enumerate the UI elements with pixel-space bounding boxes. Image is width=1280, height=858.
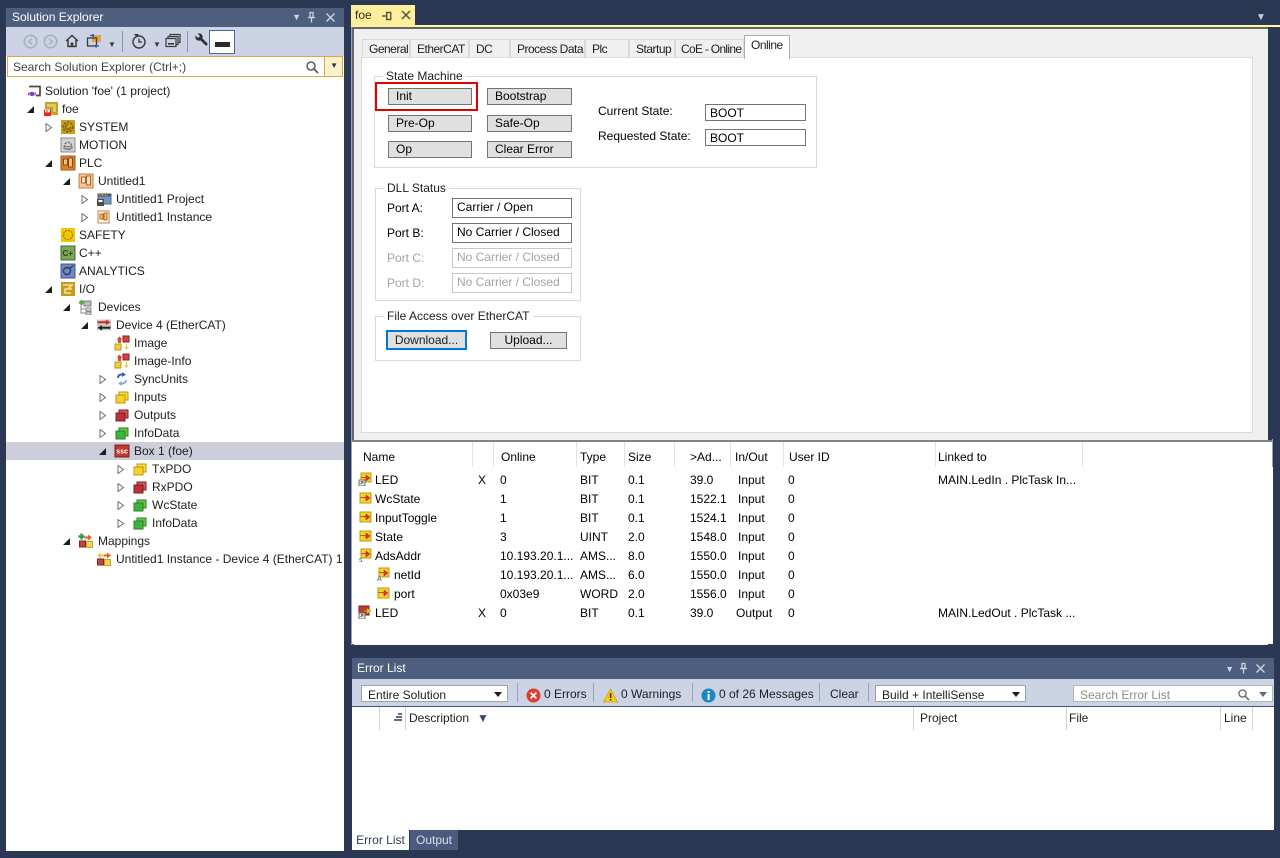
svg-text:ssc: ssc [116,449,128,456]
svg-text:C+: C+ [63,249,74,258]
svg-text:s: s [359,557,363,562]
svg-text:A: A [377,576,382,581]
svg-text:PLC: PLC [99,192,109,197]
